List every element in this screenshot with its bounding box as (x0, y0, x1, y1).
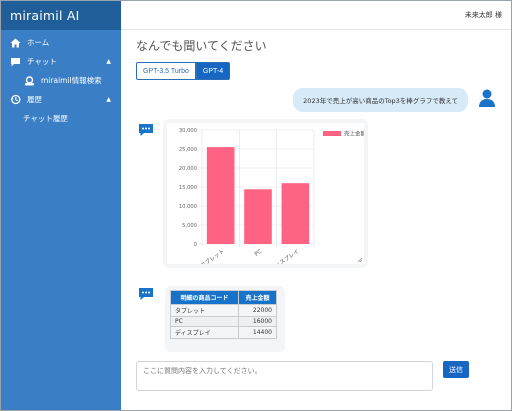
sidebar-item-label: miraimil情報検索 (41, 76, 102, 85)
y-tick-label: 25,000 (179, 147, 197, 153)
model-gpt4-button[interactable]: GPT-4 (195, 62, 231, 80)
sidebar-item-label: チャット履歴 (23, 114, 68, 123)
user-name[interactable]: 未来太郎 様 (465, 10, 502, 20)
send-button[interactable]: 送信 (443, 361, 469, 378)
sidebar-item-chat[interactable]: チャット ▲ (1, 52, 121, 71)
sidebar-item-chat-history[interactable]: チャット履歴 (1, 109, 121, 128)
y-tick-label: 5,000 (182, 223, 197, 229)
model-gpt35-button[interactable]: GPT-3.5 Turbo (136, 62, 196, 80)
history-icon (9, 94, 21, 106)
bar-3[interactable] (281, 183, 310, 244)
y-tick-label: 15,000 (179, 185, 197, 191)
bar-chart: 0 5,000 10,000 15,000 20,000 25,000 30,000 タブレ… (179, 128, 367, 272)
chevron-up-icon[interactable]: ▲ (106, 96, 111, 103)
table-row: ディスプレイ 14400 (170, 326, 277, 339)
chat-icon (9, 56, 21, 68)
legend-swatch (323, 131, 341, 136)
message-input-box (136, 361, 433, 391)
sidebar-item-label: ホーム (27, 38, 50, 47)
resize-handle-icon[interactable] (357, 257, 363, 263)
y-tick-label: 10,000 (179, 204, 197, 210)
legend-label: 売上金額 (344, 130, 364, 138)
bot-message-icon (138, 286, 154, 300)
chart-card: 0 5,000 10,000 15,000 20,000 25,000 30,000 タブレ… (163, 119, 368, 272)
bot-message-icon (138, 122, 154, 136)
app-title: miraimil AI (1, 1, 121, 30)
home-icon (9, 37, 21, 49)
table-header-row: 明細の商品コード 売上金額 (170, 290, 277, 305)
page-title: なんでも聞いてください (136, 39, 267, 53)
y-tick-label: 0 (194, 242, 197, 248)
bar-2[interactable] (244, 189, 272, 244)
result-table: 明細の商品コード 売上金額 タブレット 22000 PC 16000 ディスプレ… (170, 290, 277, 339)
table-cell: 22000 (238, 304, 277, 317)
sidebar-item-miraimil-search[interactable]: miraimil情報検索 (1, 71, 121, 90)
search-person-icon (23, 75, 35, 87)
table-header-product: 明細の商品コード (170, 290, 239, 305)
y-tick-label: 30,000 (179, 128, 197, 134)
table-header-amount: 売上金額 (238, 290, 277, 305)
sidebar-item-label: チャット (27, 57, 57, 66)
x-tick-label: タブレット (199, 247, 226, 264)
table-row: タブレット 22000 (170, 304, 277, 317)
table-cell: ディスプレイ (170, 326, 239, 339)
sidebar-item-history[interactable]: 履歴 ▲ (1, 90, 121, 109)
table-card: 明細の商品コード 売上金額 タブレット 22000 PC 16000 ディスプレ… (165, 286, 285, 352)
y-tick-label: 20,000 (179, 166, 197, 172)
model-selector: GPT-3.5 Turbo GPT-4 (136, 62, 231, 80)
chevron-up-icon[interactable]: ▲ (106, 58, 111, 65)
user-message-bubble: 2023年で売上が高い商品のTop3を棒グラフで教えて (293, 88, 468, 112)
message-input[interactable] (137, 362, 432, 390)
x-tick-label: ディスプレイ (269, 247, 300, 264)
table-cell: 16000 (238, 316, 277, 327)
sidebar-item-label: 履歴 (27, 95, 42, 104)
top-header: 未来太郎 様 (121, 1, 511, 30)
bar-1[interactable] (206, 147, 235, 244)
user-avatar-icon (477, 88, 497, 108)
sidebar-item-home[interactable]: ホーム (1, 33, 121, 52)
table-cell: タブレット (170, 304, 239, 317)
table-cell: 14400 (238, 326, 277, 339)
bar-chart-canvas: 0 5,000 10,000 15,000 20,000 25,000 30,000 タブレ… (167, 123, 367, 272)
x-tick-label: PC (254, 249, 263, 258)
table-row: PC 16000 (170, 316, 277, 327)
sidebar: miraimil AI ホーム チャット ▲ miraimil情報検索 履歴 ▲… (1, 1, 121, 410)
table-cell: PC (170, 316, 239, 327)
main-content: なんでも聞いてください GPT-3.5 Turbo GPT-4 2023年で売上… (121, 30, 511, 410)
